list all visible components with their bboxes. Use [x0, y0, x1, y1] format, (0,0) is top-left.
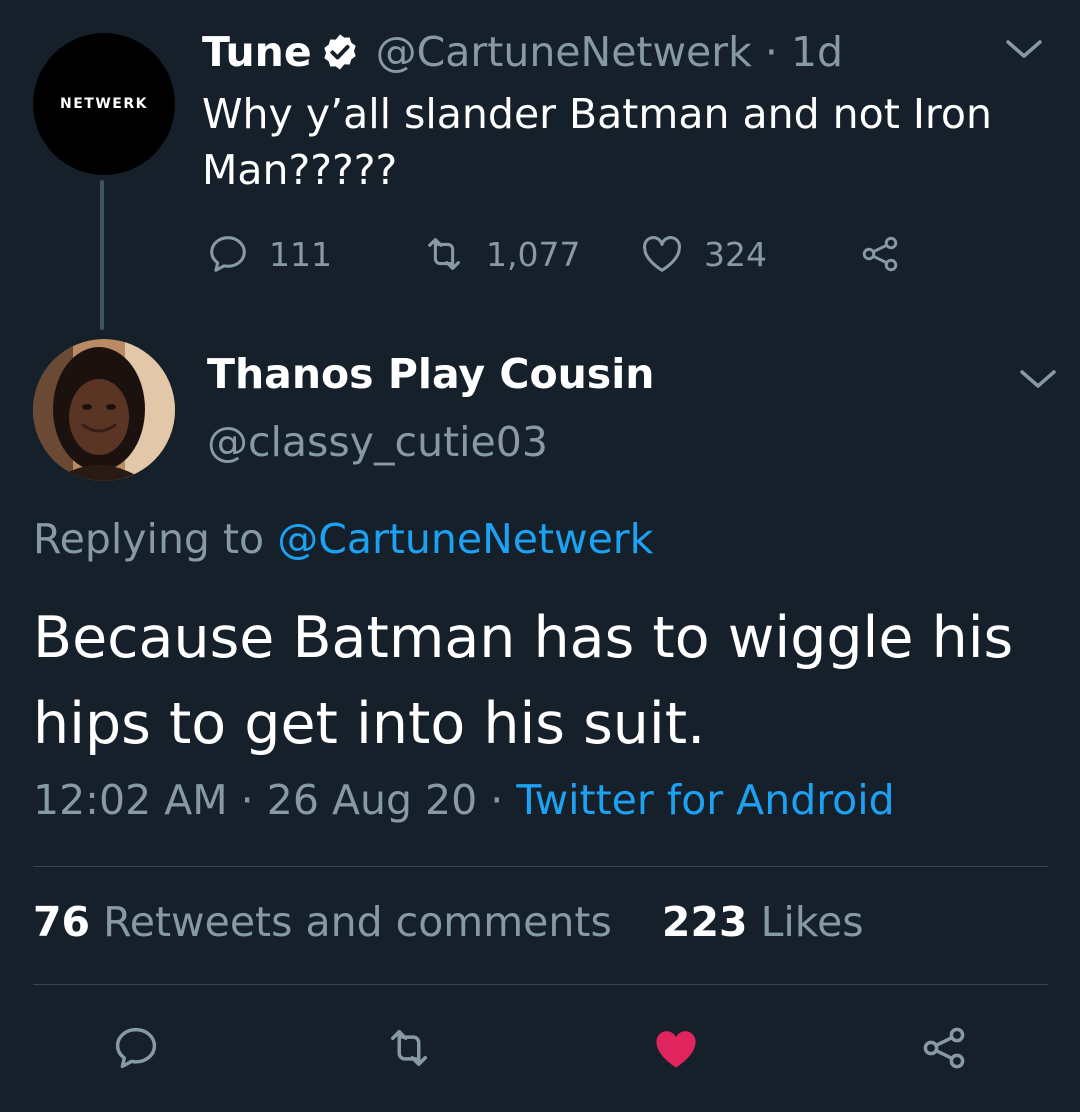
reply-icon [110, 1022, 162, 1074]
retweets-comments-stat[interactable]: 76 Retweets and comments [33, 898, 612, 946]
retweets-comments-count: 76 [33, 898, 91, 946]
parent-retweet-action[interactable]: 1,077 [420, 226, 580, 282]
retweet-button[interactable] [382, 1022, 436, 1078]
reply-more-chevron-icon[interactable] [1016, 364, 1060, 398]
parent-avatar[interactable]: NETWERK [33, 33, 175, 175]
share-icon [858, 231, 902, 277]
likes-count: 223 [661, 898, 748, 946]
parent-tweet-text: Why y’all slander Batman and not Iron Ma… [202, 90, 992, 194]
parent-handle-and-time[interactable]: @CartuneNetwerk · 1d [376, 28, 843, 76]
divider [33, 866, 1048, 867]
heart-filled-icon [648, 1022, 704, 1074]
verified-badge-icon [320, 32, 360, 72]
likes-stat[interactable]: 223 Likes [662, 898, 864, 946]
tweet-time: 12:02 AM [33, 776, 228, 824]
tweet-date: 26 Aug 20 [266, 776, 478, 824]
retweet-icon [420, 231, 468, 277]
divider [33, 984, 1048, 985]
like-button[interactable] [648, 1022, 704, 1078]
share-button[interactable] [918, 1022, 970, 1078]
meta-separator: · [477, 776, 517, 824]
meta-separator: · [227, 776, 267, 824]
reply-handle[interactable]: @classy_cutie03 [207, 418, 548, 466]
parent-reply-action[interactable]: 111 [205, 226, 332, 282]
tweet-source-link[interactable]: Twitter for Android [516, 776, 894, 824]
share-icon [918, 1022, 970, 1074]
engagement-stats: 76 Retweets and comments 223 Likes [33, 898, 864, 946]
reply-icon [205, 231, 251, 277]
parent-like-count: 324 [704, 234, 767, 274]
parent-retweet-count: 1,077 [486, 234, 581, 274]
parent-share-action[interactable] [858, 226, 902, 282]
replying-to-label: Replying to [33, 515, 265, 563]
tweet-meta-line: 12:02 AM · 26 Aug 20 · Twitter for Andro… [33, 776, 895, 824]
likes-label: Likes [760, 898, 864, 946]
parent-display-name[interactable]: Tune [202, 28, 312, 76]
avatar-logo-text: NETWERK [60, 96, 148, 112]
reply-button[interactable] [110, 1022, 162, 1078]
parent-tweet-header: Tune @CartuneNetwerk · 1d [202, 24, 843, 80]
parent-reply-count: 111 [269, 234, 332, 274]
reply-tweet-text: Because Batman has to wiggle his hips to… [33, 605, 1014, 757]
retweet-icon [382, 1022, 436, 1074]
heart-outline-icon [638, 231, 686, 277]
thread-connector-line [100, 180, 104, 330]
parent-more-chevron-icon[interactable] [1002, 34, 1046, 68]
replying-to-handle-link[interactable]: @CartuneNetwerk [277, 515, 653, 563]
reply-display-name[interactable]: Thanos Play Cousin [207, 350, 654, 398]
parent-like-action[interactable]: 324 [638, 226, 767, 282]
retweets-comments-label: Retweets and comments [103, 898, 612, 946]
replying-to-line: Replying to @CartuneNetwerk [33, 515, 653, 563]
reply-avatar[interactable] [33, 339, 175, 481]
